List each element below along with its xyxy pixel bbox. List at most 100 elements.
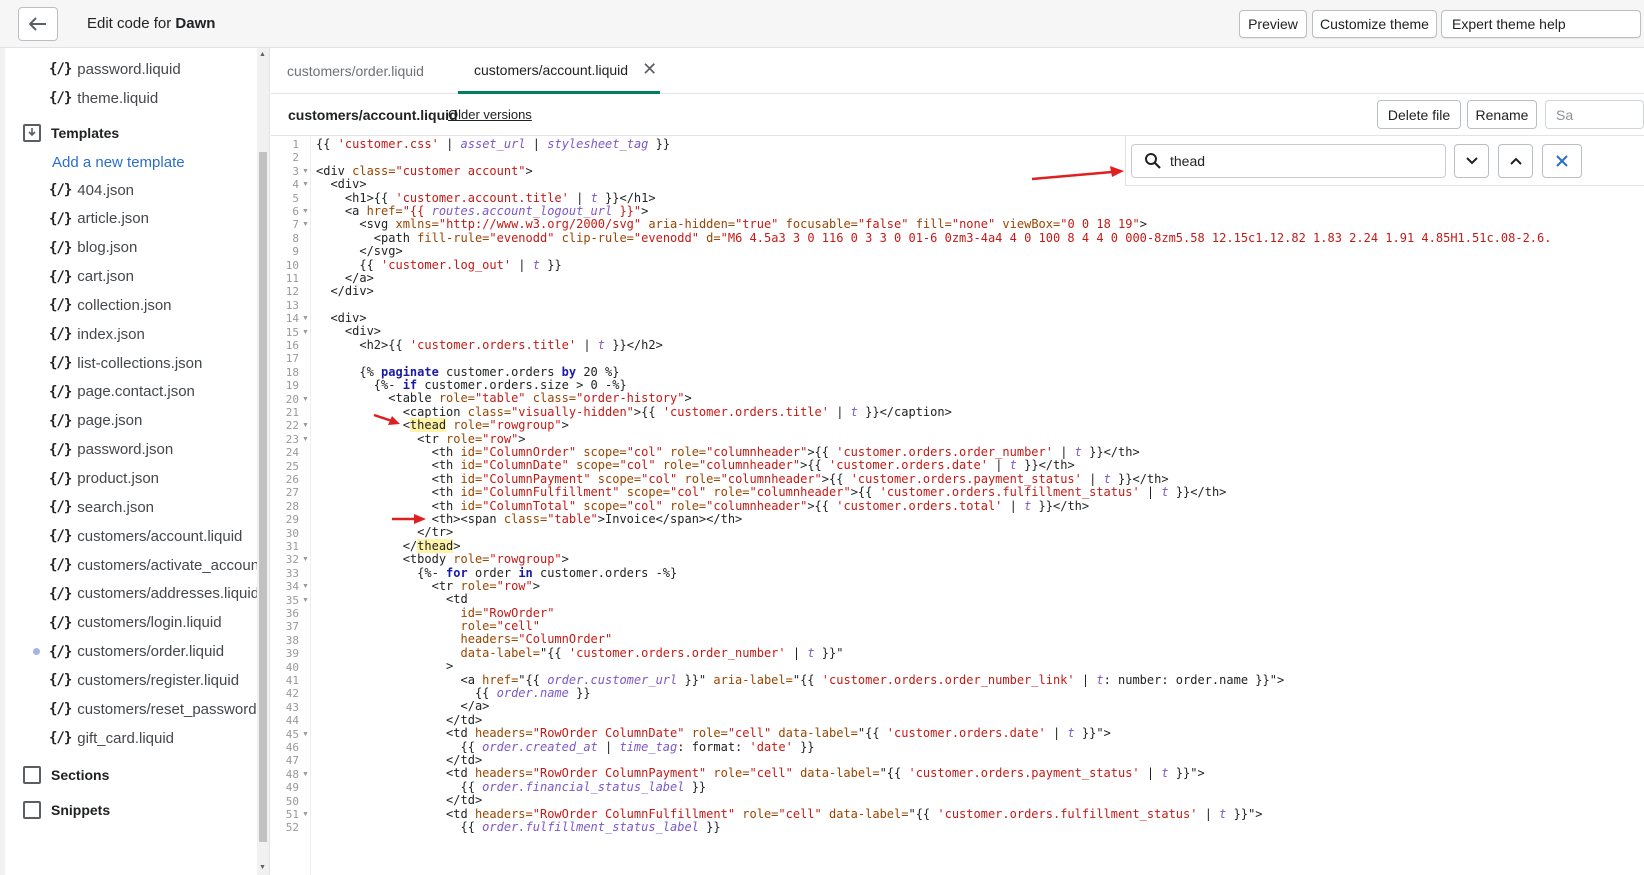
sections-section-header[interactable]: Sections bbox=[23, 763, 109, 787]
code-line[interactable]: </td> bbox=[316, 713, 1644, 727]
fold-toggle-icon[interactable]: ▼ bbox=[302, 218, 309, 231]
back-button[interactable] bbox=[18, 7, 58, 41]
code-line[interactable]: <h2>{{ 'customer.orders.title' | t }}</h… bbox=[316, 338, 1644, 352]
add-new-template-link[interactable]: Add a new template bbox=[52, 154, 185, 171]
scroll-up-icon[interactable]: ▲ bbox=[259, 51, 266, 58]
code-line[interactable]: > bbox=[316, 660, 1644, 673]
file-item[interactable]: {/} customers/register.liquid bbox=[49, 668, 239, 692]
code-line[interactable]: <th id="ColumnFulfillment" scope="col" r… bbox=[316, 485, 1644, 499]
next-match-button[interactable] bbox=[1454, 144, 1489, 178]
code-line[interactable]: </td> bbox=[316, 753, 1644, 767]
file-item[interactable]: {/} article.json bbox=[49, 207, 149, 231]
code-line[interactable]: <div> bbox=[316, 311, 1644, 325]
fold-toggle-icon[interactable]: ▼ bbox=[302, 312, 309, 325]
expert-theme-help-button[interactable]: Expert theme help bbox=[1441, 10, 1641, 38]
code-line[interactable]: <h1>{{ 'customer.account.title' | t }}</… bbox=[316, 191, 1644, 205]
code-line[interactable]: <td headers="RowOrder ColumnFulfillment"… bbox=[316, 807, 1644, 821]
save-button[interactable]: Sa bbox=[1545, 100, 1644, 129]
code-line[interactable]: {{ order.created_at | time_tag: format: … bbox=[316, 740, 1644, 754]
file-item[interactable]: {/} cart.json bbox=[49, 265, 134, 289]
file-item[interactable]: {/} customers/addresses.liquid bbox=[49, 582, 258, 606]
code-line[interactable]: {{ order.fulfillment_status_label }} bbox=[316, 820, 1644, 834]
code-line[interactable]: <a href="{{ order.customer_url }}" aria-… bbox=[316, 673, 1644, 687]
code-line[interactable]: <td bbox=[316, 593, 1644, 606]
fold-toggle-icon[interactable]: ▼ bbox=[302, 419, 309, 432]
fold-toggle-icon[interactable]: ▼ bbox=[302, 165, 309, 178]
code-line[interactable]: </svg> bbox=[316, 244, 1644, 258]
file-item[interactable]: {/} page.contact.json bbox=[49, 380, 195, 404]
code-line[interactable]: </a> bbox=[316, 700, 1644, 713]
file-item[interactable]: {/} blog.json bbox=[49, 236, 137, 260]
file-item[interactable]: {/} customers/login.liquid bbox=[49, 611, 222, 635]
code-line[interactable]: <th><span class="table">Invoice</span></… bbox=[316, 512, 1644, 526]
code-line[interactable]: </div> bbox=[316, 285, 1644, 298]
code-line[interactable]: <tbody role="rowgroup"> bbox=[316, 552, 1644, 566]
fold-toggle-icon[interactable]: ▼ bbox=[302, 594, 309, 607]
code-line[interactable]: id="RowOrder" bbox=[316, 606, 1644, 620]
fold-toggle-icon[interactable]: ▼ bbox=[302, 433, 309, 446]
code-line[interactable]: {%- for order in customer.orders -%} bbox=[316, 566, 1644, 580]
sidebar-scrollbar[interactable]: ▲ ▼ bbox=[257, 48, 269, 875]
snippets-section-header[interactable]: Snippets bbox=[23, 798, 110, 822]
customize-theme-button[interactable]: Customize theme bbox=[1312, 10, 1437, 38]
code-line[interactable]: <table role="table" class="order-history… bbox=[316, 392, 1644, 405]
code-line[interactable] bbox=[316, 352, 1644, 365]
file-item[interactable]: {/} product.json bbox=[49, 467, 159, 491]
code-line[interactable]: {% paginate customer.orders by 20 %} bbox=[316, 365, 1644, 379]
code-line[interactable]: <div> bbox=[316, 325, 1644, 338]
code-line[interactable]: <td headers="RowOrder ColumnDate" role="… bbox=[316, 726, 1644, 740]
file-item[interactable]: {/} 404.json bbox=[49, 178, 134, 202]
file-item[interactable]: {/} collection.json bbox=[49, 293, 172, 317]
delete-file-button[interactable]: Delete file bbox=[1377, 100, 1461, 129]
code-line[interactable]: <thead role="rowgroup"> bbox=[316, 418, 1644, 433]
tab-account-liquid[interactable]: customers/account.liquid ✕ bbox=[458, 48, 660, 94]
fold-toggle-icon[interactable]: ▼ bbox=[302, 326, 309, 339]
code-line[interactable]: </td> bbox=[316, 793, 1644, 807]
code-line[interactable]: <a href="{{ routes.account_logout_url }}… bbox=[316, 204, 1644, 218]
close-icon[interactable]: ✕ bbox=[642, 59, 657, 80]
file-item[interactable]: {/} customers/account.liquid bbox=[49, 524, 242, 548]
templates-section-header[interactable]: Templates bbox=[23, 121, 119, 145]
fold-toggle-icon[interactable]: ▼ bbox=[302, 553, 309, 566]
code-editor[interactable]: 1 2 3 ▼ 4 ▼ 5 6 ▼ 7 ▼ 8 9 10 11 12 13 14 ▼ 15 ▼ 16 17 18 19 20 ▼ 21… bbox=[271, 136, 1644, 875]
file-item[interactable]: {/} customers/activate_account.li bbox=[49, 553, 258, 577]
code-line[interactable]: <tr role="row"> bbox=[316, 579, 1644, 593]
file-item[interactable]: {/} password.liquid bbox=[49, 57, 181, 81]
file-item[interactable]: {/} index.json bbox=[49, 322, 145, 346]
code-line[interactable]: <caption class="visually-hidden">{{ 'cus… bbox=[316, 405, 1644, 419]
file-item[interactable]: {/} gift_card.liquid bbox=[49, 726, 174, 750]
code-line[interactable]: <th id="ColumnTotal" scope="col" role="c… bbox=[316, 499, 1644, 513]
fold-toggle-icon[interactable]: ▼ bbox=[302, 393, 309, 406]
code-line[interactable]: role="cell" bbox=[316, 619, 1644, 633]
code-line[interactable]: headers="ColumnOrder" bbox=[316, 633, 1644, 646]
fold-toggle-icon[interactable]: ▼ bbox=[302, 728, 309, 741]
previous-match-button[interactable] bbox=[1498, 144, 1533, 178]
file-item[interactable]: {/} search.json bbox=[49, 495, 154, 519]
file-item[interactable]: {/} password.json bbox=[49, 438, 173, 462]
close-search-button[interactable] bbox=[1542, 144, 1582, 178]
rename-button[interactable]: Rename bbox=[1467, 100, 1537, 129]
fold-toggle-icon[interactable]: ▼ bbox=[302, 580, 309, 593]
code-line[interactable]: {%- if customer.orders.size > 0 -%} bbox=[316, 378, 1644, 392]
file-item[interactable]: {/} list-collections.json bbox=[49, 351, 202, 375]
tab-order-liquid[interactable]: customers/order.liquid bbox=[287, 48, 424, 94]
code-line[interactable]: {{ order.name }} bbox=[316, 686, 1644, 700]
fold-toggle-icon[interactable]: ▼ bbox=[302, 178, 309, 191]
older-versions-link[interactable]: Older versions bbox=[448, 107, 532, 122]
fold-toggle-icon[interactable]: ▼ bbox=[302, 808, 309, 821]
scroll-down-icon[interactable]: ▼ bbox=[259, 864, 266, 871]
code-line[interactable]: <th id="ColumnOrder" scope="col" role="c… bbox=[316, 445, 1644, 459]
sidebar-scrollbar-thumb[interactable] bbox=[259, 152, 267, 842]
code-line[interactable]: <svg xmlns="http://www.w3.org/2000/svg" … bbox=[316, 218, 1644, 231]
file-item[interactable]: {/} theme.liquid bbox=[49, 86, 158, 110]
code-line[interactable]: </tr> bbox=[316, 526, 1644, 539]
code-content[interactable]: {{ 'customer.css' | asset_url | styleshe… bbox=[316, 137, 1644, 834]
search-input[interactable]: thead bbox=[1131, 144, 1446, 178]
file-item[interactable]: {/} page.json bbox=[49, 409, 142, 433]
code-line[interactable]: <path fill-rule="evenodd" clip-rule="eve… bbox=[316, 231, 1644, 245]
code-line[interactable] bbox=[316, 299, 1644, 312]
code-line[interactable]: data-label="{{ 'customer.orders.order_nu… bbox=[316, 646, 1644, 660]
code-line[interactable]: <th id="ColumnDate" scope="col" role="co… bbox=[316, 459, 1644, 472]
preview-button[interactable]: Preview bbox=[1239, 10, 1307, 38]
code-line[interactable]: </a> bbox=[316, 271, 1644, 285]
